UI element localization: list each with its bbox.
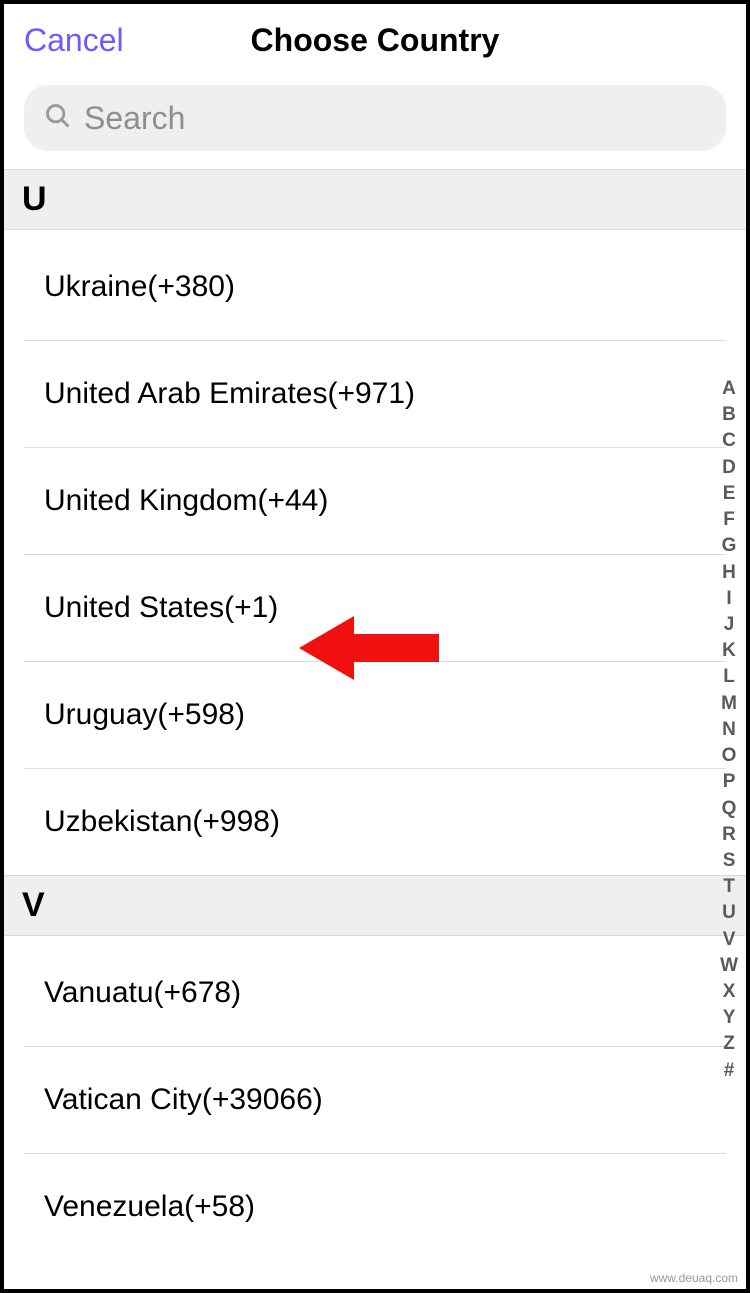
list-item[interactable]: Venezuela(+58): [24, 1154, 726, 1260]
list-u: Ukraine(+380) United Arab Emirates(+971)…: [4, 234, 746, 875]
alpha-index-letter[interactable]: B: [722, 402, 736, 428]
list-item[interactable]: United Kingdom(+44): [24, 448, 726, 555]
list-item[interactable]: Uruguay(+598): [24, 662, 726, 769]
alpha-index-letter[interactable]: I: [726, 586, 731, 612]
alpha-index-letter[interactable]: W: [720, 953, 738, 979]
alpha-index-letter[interactable]: X: [723, 979, 736, 1005]
alpha-index-letter[interactable]: O: [722, 743, 737, 769]
alpha-index[interactable]: A B C D E F G H I J K L M N O P Q R S T …: [720, 376, 738, 1084]
alpha-index-letter[interactable]: Z: [723, 1031, 735, 1057]
page-title: Choose Country: [251, 22, 500, 59]
alpha-index-letter[interactable]: A: [722, 376, 736, 402]
list-item[interactable]: Uzbekistan(+998): [24, 769, 726, 875]
alpha-index-letter[interactable]: Q: [722, 796, 737, 822]
alpha-index-letter[interactable]: #: [724, 1058, 735, 1084]
search-container: [4, 71, 746, 169]
search-bar[interactable]: [24, 85, 726, 151]
alpha-index-letter[interactable]: T: [723, 874, 735, 900]
section-header-v: V: [4, 875, 746, 936]
alpha-index-letter[interactable]: N: [722, 717, 736, 743]
list-item[interactable]: Ukraine(+380): [24, 234, 726, 341]
alpha-index-letter[interactable]: E: [723, 481, 736, 507]
list-item[interactable]: United States(+1): [24, 555, 726, 662]
alpha-index-letter[interactable]: J: [724, 612, 735, 638]
alpha-index-letter[interactable]: C: [722, 428, 736, 454]
list-item[interactable]: Vatican City(+39066): [24, 1047, 726, 1154]
alpha-index-letter[interactable]: R: [722, 822, 736, 848]
alpha-index-letter[interactable]: F: [723, 507, 735, 533]
alpha-index-letter[interactable]: U: [722, 900, 736, 926]
list-item[interactable]: United Arab Emirates(+971): [24, 341, 726, 448]
alpha-index-letter[interactable]: Y: [723, 1005, 736, 1031]
alpha-index-letter[interactable]: L: [723, 664, 735, 690]
header-bar: Cancel Choose Country: [4, 4, 746, 71]
alpha-index-letter[interactable]: S: [723, 848, 736, 874]
search-icon: [44, 102, 72, 135]
alpha-index-letter[interactable]: D: [722, 455, 736, 481]
list-v: Vanuatu(+678) Vatican City(+39066) Venez…: [4, 940, 746, 1260]
section-header-u: U: [4, 169, 746, 230]
alpha-index-letter[interactable]: G: [722, 533, 737, 559]
list-item[interactable]: Vanuatu(+678): [24, 940, 726, 1047]
alpha-index-letter[interactable]: H: [722, 560, 736, 586]
alpha-index-letter[interactable]: K: [722, 638, 736, 664]
alpha-index-letter[interactable]: V: [723, 927, 736, 953]
alpha-index-letter[interactable]: M: [721, 691, 737, 717]
cancel-button[interactable]: Cancel: [24, 22, 124, 59]
alpha-index-letter[interactable]: P: [723, 769, 736, 795]
search-input[interactable]: [84, 100, 706, 137]
watermark: www.deuaq.com: [650, 1271, 738, 1285]
